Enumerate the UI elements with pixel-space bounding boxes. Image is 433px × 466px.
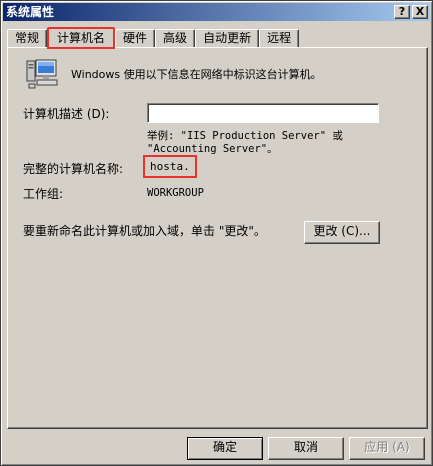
tab-automatic-updates[interactable]: 自动更新 [195, 29, 260, 48]
change-button[interactable]: 更改 (C)... [304, 221, 380, 244]
cancel-button[interactable]: 取消 [268, 437, 344, 460]
workgroup-value: WORKGROUP [147, 187, 204, 199]
workgroup-label: 工作组: [23, 187, 64, 201]
description-input[interactable] [147, 103, 379, 123]
rename-instruction: 要重新命名此计算机或加入域，单击 "更改"。 [23, 224, 266, 238]
computer-icon [26, 59, 58, 89]
window-title: 系统属性 [6, 5, 55, 19]
full-name-value: hosta. [143, 155, 197, 178]
tab-hardware[interactable]: 硬件 [115, 29, 156, 48]
tab-computer-name[interactable]: 计算机名 [47, 27, 116, 49]
tab-remote[interactable]: 远程 [259, 29, 300, 48]
help-button[interactable]: ? [394, 5, 410, 19]
example-text: 举例: "IIS Production Server" 或 "Accountin… [147, 130, 343, 155]
full-name-label: 完整的计算机名称: [23, 162, 124, 176]
title-bar[interactable]: 系统属性 ? X [3, 3, 430, 21]
system-properties-window: 系统属性 ? X 常规 计算机名 硬件 高级 自动更新 远程 Windows 使… [0, 0, 433, 466]
intro-text: Windows 使用以下信息在网络中标识这台计算机。 [71, 68, 322, 81]
tab-general[interactable]: 常规 [7, 29, 48, 48]
computer-name-panel: Windows 使用以下信息在网络中标识这台计算机。 计算机描述 (D): 举例… [7, 47, 428, 429]
ok-button[interactable]: 确定 [187, 437, 263, 460]
apply-button[interactable]: 应用 (A) [349, 437, 425, 460]
tab-strip: 常规 计算机名 硬件 高级 自动更新 远程 [7, 27, 300, 49]
tab-advanced[interactable]: 高级 [155, 29, 196, 48]
description-label: 计算机描述 (D): [23, 107, 110, 121]
close-button[interactable]: X [412, 5, 428, 19]
